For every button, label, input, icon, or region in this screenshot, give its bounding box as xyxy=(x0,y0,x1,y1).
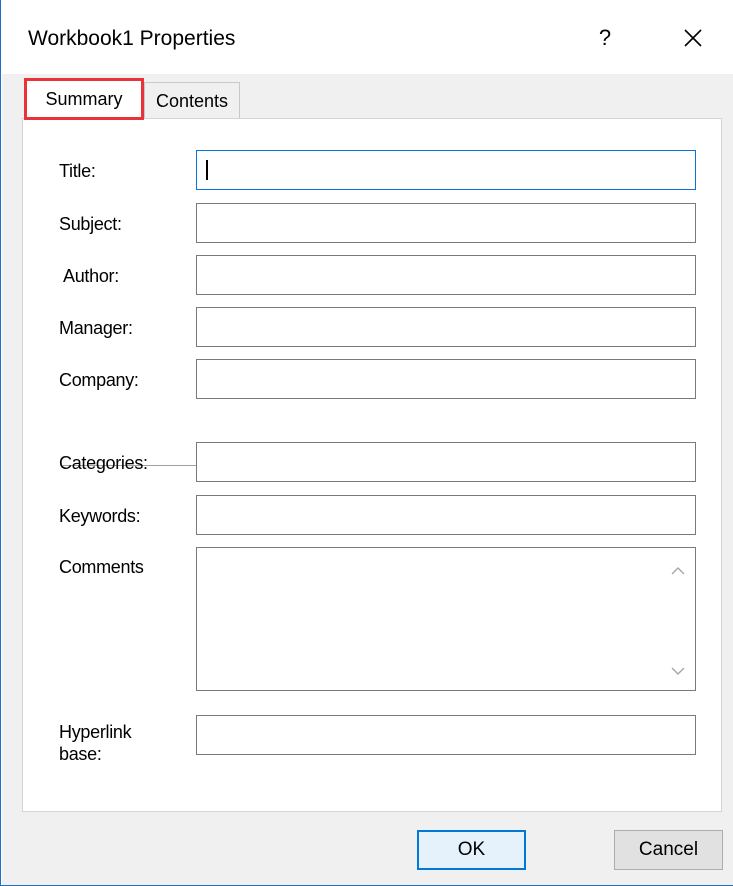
help-button[interactable]: ? xyxy=(587,18,623,58)
keywords-field[interactable] xyxy=(196,495,696,535)
window-title: Workbook1 Properties xyxy=(28,27,236,50)
properties-dialog: Workbook1 Properties ? Summary Contents … xyxy=(0,0,733,886)
hyperlink-base-field[interactable] xyxy=(196,715,696,755)
scroll-down-arrow[interactable] xyxy=(669,662,687,680)
close-button[interactable] xyxy=(673,18,713,58)
help-icon: ? xyxy=(598,25,612,50)
author-field[interactable] xyxy=(196,255,696,295)
close-icon xyxy=(684,29,702,47)
subject-label: Subject: xyxy=(59,214,122,234)
hyperlink-base-label-line1: Hyperlink xyxy=(59,722,132,742)
title-field[interactable] xyxy=(196,150,696,190)
dialog-client-area: Summary Contents Title: Subject: Author:… xyxy=(2,74,733,885)
tab-summary-label: Summary xyxy=(45,88,123,109)
categories-field[interactable] xyxy=(196,442,696,482)
title-bar: Workbook1 Properties ? xyxy=(1,0,733,74)
tab-contents[interactable]: Contents xyxy=(144,82,240,119)
company-field[interactable] xyxy=(196,359,696,399)
ok-button[interactable]: OK xyxy=(417,830,526,870)
company-label: Company: xyxy=(59,370,139,390)
cancel-button[interactable]: Cancel xyxy=(614,830,723,870)
chevron-down-icon xyxy=(671,667,685,675)
chevron-up-icon xyxy=(671,567,685,575)
tab-contents-label: Contents xyxy=(155,90,229,111)
tab-summary[interactable]: Summary xyxy=(24,78,144,120)
title-label: Title: xyxy=(59,161,96,181)
summary-panel: Title: Subject: Author: Manager: Company… xyxy=(22,118,722,812)
hyperlink-base-label: Hyperlink base: xyxy=(59,721,132,765)
scroll-up-arrow[interactable] xyxy=(669,562,687,580)
text-caret xyxy=(206,160,208,180)
author-label: Author: xyxy=(63,266,119,286)
manager-label: Manager: xyxy=(59,318,133,338)
hyperlink-base-label-line2: base: xyxy=(59,744,102,764)
categories-label: Categories: xyxy=(59,453,148,473)
comments-textarea[interactable] xyxy=(196,547,696,691)
manager-field[interactable] xyxy=(196,307,696,347)
keywords-label: Keywords: xyxy=(59,506,141,526)
comments-label: Comments xyxy=(59,557,144,577)
subject-field[interactable] xyxy=(196,203,696,243)
